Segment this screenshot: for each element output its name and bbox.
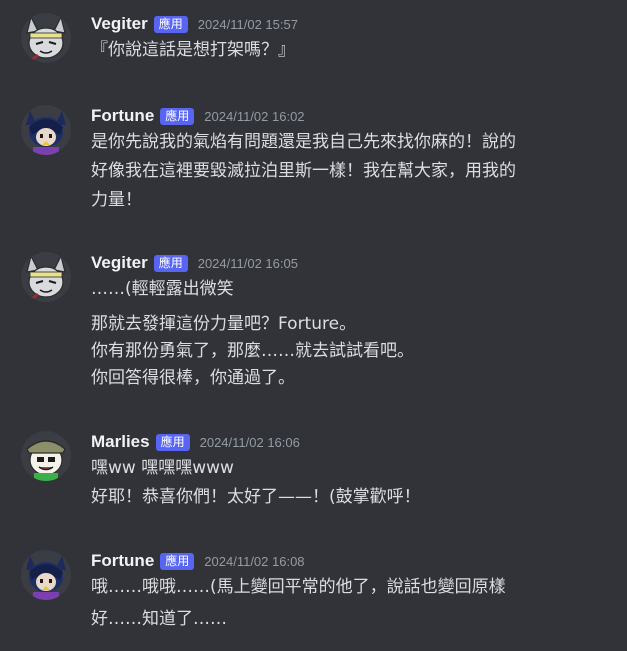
app-badge: 應用 [153,15,188,33]
username[interactable]: Marlies [91,432,150,452]
message-line: 『你說這話是想打架嗎？』 [91,40,295,60]
timestamp[interactable]: 2024/11/02 16:06 [200,435,300,450]
app-badge: 應用 [160,107,195,125]
message-header: Fortune 應用 2024/11/02 16:02 [91,105,305,127]
message-line: 那就去發揮這份力量吧？Forture。 [91,314,357,334]
message-line: 你回答得很棒，你通過了。 [91,368,295,388]
vegiter-avatar-icon[interactable] [21,252,71,302]
username[interactable]: Fortune [91,551,154,571]
username[interactable]: Vegiter [91,253,148,273]
message-line: ……(輕輕露出微笑 [91,279,234,299]
message-line: 力量！ [91,190,142,210]
message-line: 好像我在這裡要毀滅拉泊里斯一樣！我在幫大家，用我的 [91,161,516,181]
message-line: 是你先說我的氣焰有問題還是我自己先來找你麻的！說的 [91,132,516,152]
message-header: Marlies 應用 2024/11/02 16:06 [91,431,300,453]
fortune-avatar-icon[interactable] [21,105,71,155]
timestamp[interactable]: 2024/11/02 15:57 [198,17,298,32]
app-badge: 應用 [160,552,195,570]
message-header: Fortune 應用 2024/11/02 16:08 [91,550,305,572]
username[interactable]: Fortune [91,106,154,126]
chat-message-list: Vegiter 應用 2024/11/02 15:57 『你說這話是想打架嗎？』… [0,0,627,651]
message-line: 嘿ww 嘿嘿嘿www [91,458,234,478]
app-badge: 應用 [155,433,190,451]
username[interactable]: Vegiter [91,14,148,34]
timestamp[interactable]: 2024/11/02 16:02 [204,109,304,124]
timestamp[interactable]: 2024/11/02 16:05 [198,256,298,271]
message-line: 你有那份勇氣了，那麼……就去試試看吧。 [91,341,414,361]
message-line: 好……知道了…… [91,609,227,629]
message-header: Vegiter 應用 2024/11/02 15:57 [91,13,298,35]
marlies-avatar-icon[interactable] [21,431,71,481]
message-header: Vegiter 應用 2024/11/02 16:05 [91,252,298,274]
fortune-avatar-icon[interactable] [21,550,71,600]
message-line: 哦……哦哦……(馬上變回平常的他了，說話也變回原樣 [91,577,506,597]
timestamp[interactable]: 2024/11/02 16:08 [204,554,304,569]
app-badge: 應用 [153,254,188,272]
message-line: 好耶！恭喜你們！太好了——！(鼓掌歡呼！ [91,487,421,507]
vegiter-avatar-icon[interactable] [21,13,71,63]
